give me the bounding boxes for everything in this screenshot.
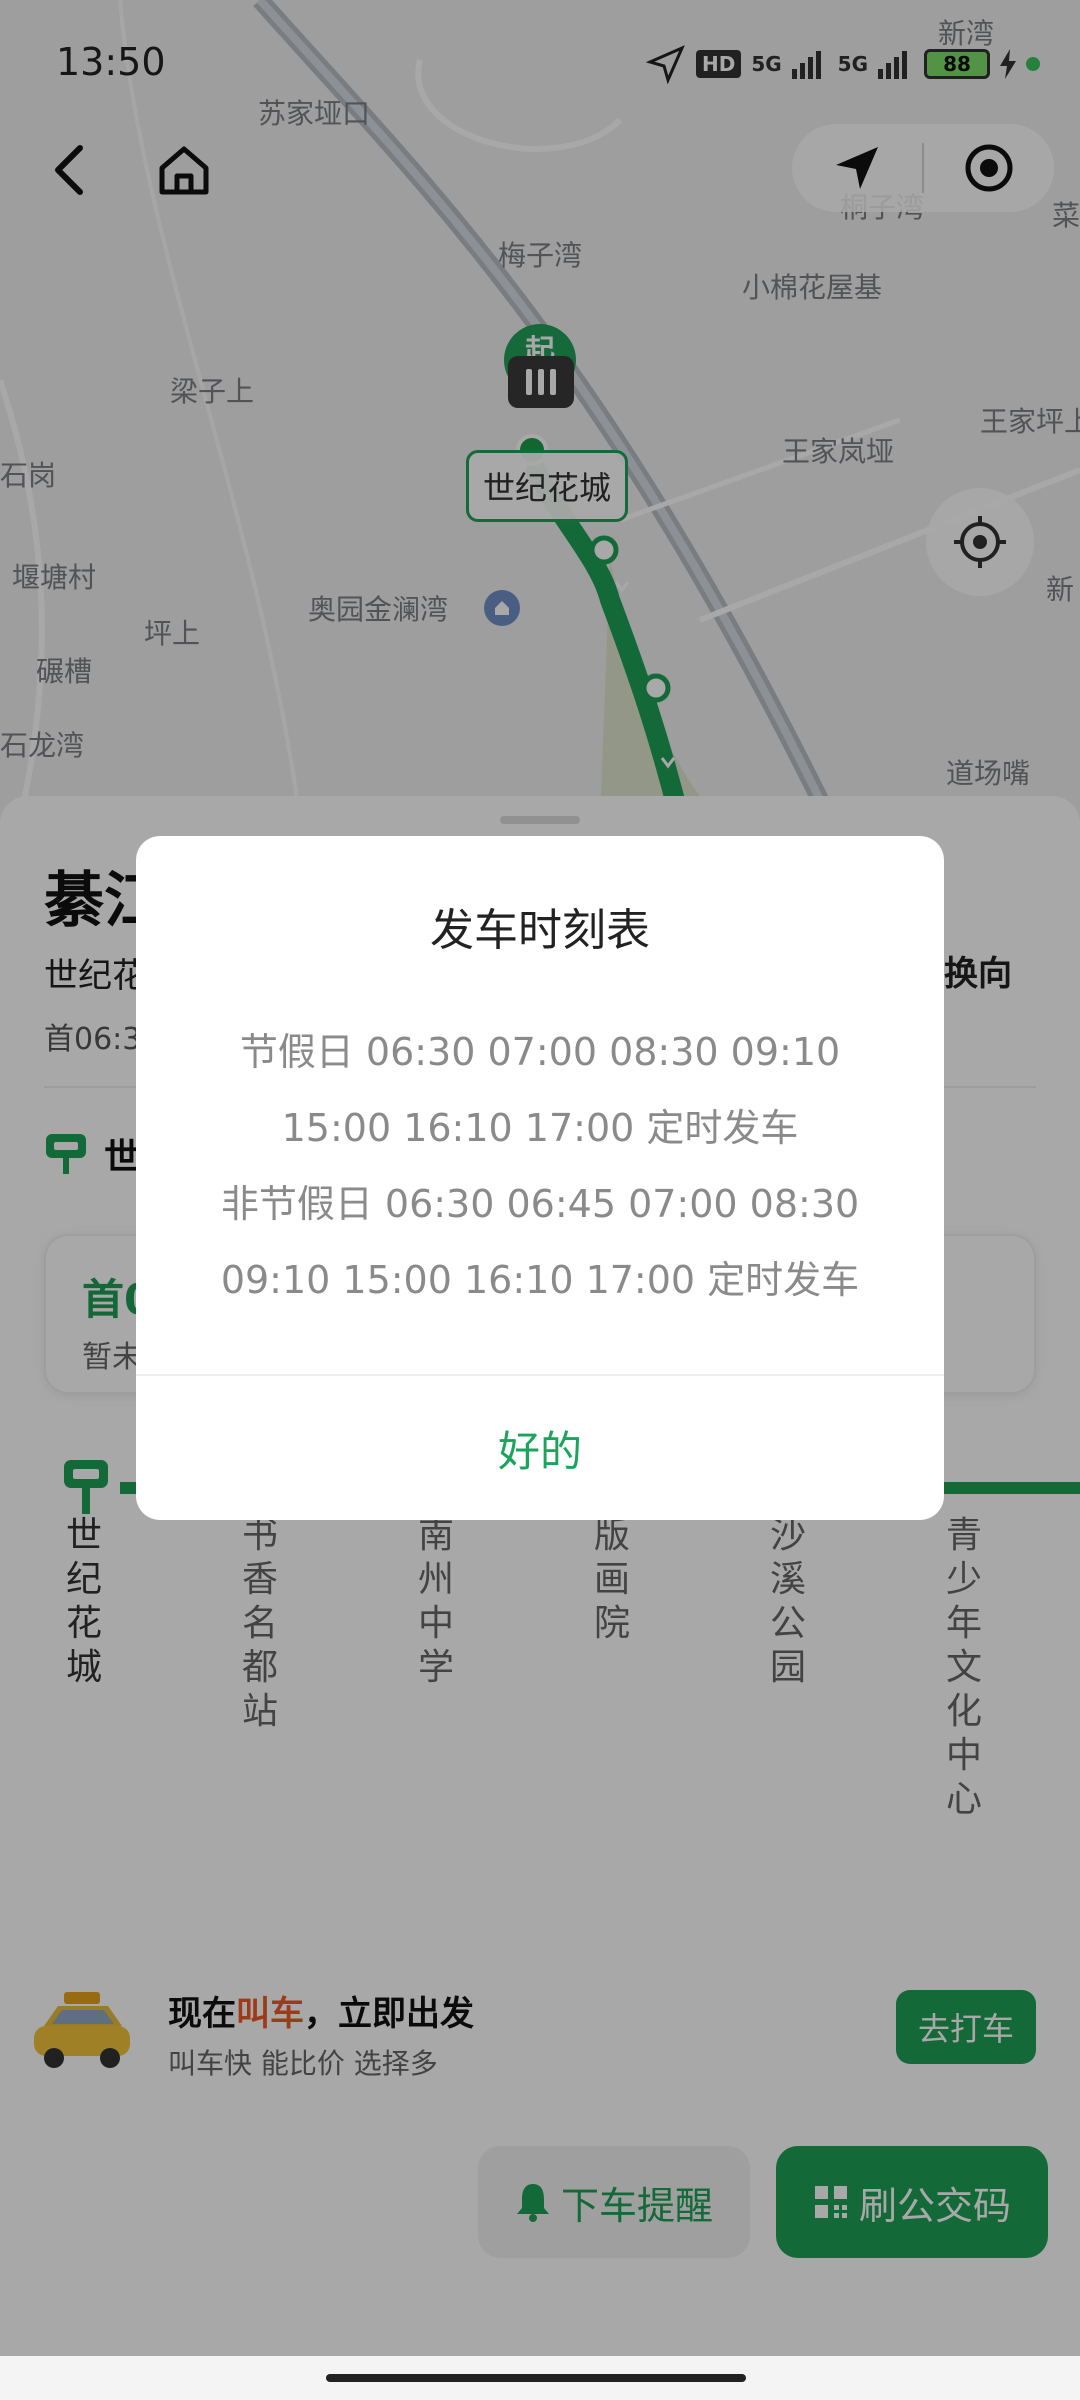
departure-schedule-dialog: 发车时刻表 节假日 06:30 07:00 08:30 09:10 15:00 … (136, 836, 944, 1520)
schedule-line: 09:10 15:00 16:10 17:00 定时发车 (220, 1258, 860, 1302)
dialog-title: 发车时刻表 (430, 905, 650, 956)
schedule-line: 15:00 16:10 17:00 定时发车 (281, 1106, 799, 1150)
ok-button[interactable]: 好的 (136, 1376, 944, 1520)
schedule-line: 非节假日 06:30 06:45 07:00 08:30 (220, 1182, 860, 1226)
home-indicator[interactable] (326, 2374, 746, 2382)
dialog-body: 节假日 06:30 07:00 08:30 09:10 15:00 16:10 … (176, 1014, 904, 1318)
schedule-line: 节假日 06:30 07:00 08:30 09:10 (239, 1030, 841, 1074)
